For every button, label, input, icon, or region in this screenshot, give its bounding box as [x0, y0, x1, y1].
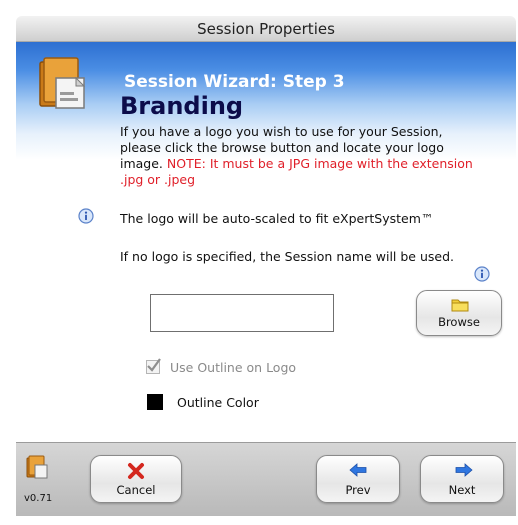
- outline-color-label: Outline Color: [177, 395, 259, 410]
- app-icon: [26, 455, 48, 479]
- window-title: Session Properties: [197, 20, 335, 38]
- window-titlebar[interactable]: Session Properties: [16, 16, 516, 42]
- blue-left-arrow-icon: [349, 463, 367, 477]
- intro-text: If you have a logo you wish to use for y…: [120, 124, 480, 188]
- next-label: Next: [448, 483, 476, 497]
- outline-color-swatch[interactable]: [147, 394, 163, 410]
- no-logo-text: If no logo is specified, the Session nam…: [120, 249, 454, 264]
- prev-button[interactable]: Prev: [316, 455, 400, 503]
- cancel-label: Cancel: [116, 483, 156, 497]
- browse-button[interactable]: Browse: [416, 290, 502, 336]
- browse-label: Browse: [438, 315, 480, 329]
- step-title: Session Wizard: Step 3: [124, 72, 345, 92]
- session-document-icon: [39, 57, 86, 109]
- section-title: Branding: [120, 92, 244, 120]
- logo-path-input[interactable]: [150, 294, 334, 332]
- use-outline-label: Use Outline on Logo: [170, 360, 297, 375]
- folder-icon: [451, 299, 469, 312]
- checkmark-icon: [147, 358, 161, 372]
- info-icon[interactable]: [78, 208, 94, 224]
- info-icon[interactable]: [474, 266, 490, 282]
- next-button[interactable]: Next: [420, 455, 504, 503]
- cancel-button[interactable]: Cancel: [90, 455, 182, 503]
- blue-right-arrow-icon: [455, 463, 473, 477]
- version-label: v0.71: [24, 493, 53, 504]
- autoscale-text: The logo will be auto-scaled to fit eXpe…: [120, 211, 434, 226]
- wizard-content: Session Wizard: Step 3 Branding If you h…: [16, 42, 516, 442]
- prev-label: Prev: [345, 483, 371, 497]
- format-note: NOTE: It must be a JPG image with the ex…: [120, 156, 473, 187]
- footer-bar: v0.71 Cancel Prev Next: [16, 442, 516, 516]
- red-x-icon: [128, 463, 144, 479]
- use-outline-checkbox[interactable]: [146, 358, 161, 374]
